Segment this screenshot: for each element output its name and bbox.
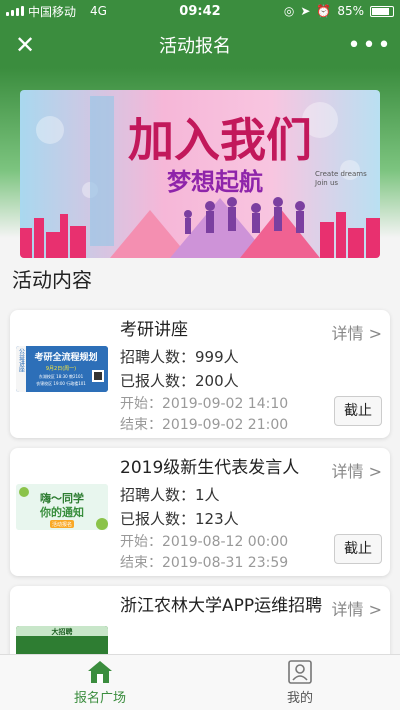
banner-tagline-1: Create dreams [315,170,367,178]
tab-signup-square[interactable]: 报名广场 [0,655,200,710]
section-title: 活动内容 [12,268,92,292]
start-time: 2019-09-02 14:10 [162,396,289,412]
activity-title: 考研讲座 [120,320,188,340]
end-label: 结束： [120,417,162,433]
activity-thumbnail: 公益讲座 考研全流程规划 9月2日(周一) 东湖校区 18:30 教2101 衣… [16,346,108,392]
activity-title: 浙江农林大学APP运维招聘 [120,596,323,616]
signal-icon [6,6,24,16]
battery-icon [370,5,394,17]
signed-value: 200人 [195,372,239,390]
carrier-label: 中国移动 [28,4,77,19]
thumb-sub: 你的通知 [39,505,84,519]
thumb-heading: 大招聘 [52,627,73,636]
nav-bar: ✕ 活动报名 ••• [0,22,400,68]
thumb-heading: 考研全流程规划 [34,351,97,363]
activity-card[interactable]: 公益讲座 考研全流程规划 9月2日(周一) 东湖校区 18:30 教2101 衣… [10,310,390,438]
battery-percent: 85% [337,4,364,18]
detail-link[interactable]: 详情 > [332,320,383,344]
recruit-value: 999人 [195,348,239,366]
closed-status-button[interactable]: 截止 [334,396,382,426]
close-icon[interactable]: ✕ [0,31,50,59]
thumb-badge: 活动报名 [52,521,72,528]
tab-label: 我的 [286,691,313,706]
more-menu-icon[interactable]: ••• [340,33,400,58]
signed-label: 已报人数： [120,510,196,528]
location-icon: ◎ [283,4,295,18]
tab-mine[interactable]: 我的 [200,655,400,710]
page-title: 活动报名 [159,36,231,57]
start-label: 开始： [120,396,162,412]
banner-title: 加入我们 [128,113,312,167]
thumb-heading: 嗨～同学 [40,491,84,505]
end-time: 2019-08-31 23:59 [162,555,289,571]
tab-bar: 报名广场 我的 [0,654,400,710]
recruit-label: 招聘人数： [120,486,196,504]
thumb-line-1: 9月2日(周一) [46,366,76,372]
profile-card-icon [288,660,312,684]
clock: 09:42 [179,3,221,19]
tab-label: 报名广场 [73,691,126,706]
signed-label: 已报人数： [120,372,196,390]
detail-link[interactable]: 详情 > [332,596,383,620]
alarm-icon: ⏰ [316,4,332,18]
end-label: 结束： [120,555,162,571]
network-label: 4G [90,4,107,18]
closed-status-button[interactable]: 截止 [334,534,382,564]
banner-subtitle: 梦想起航 [167,168,263,196]
activity-card[interactable]: 嗨～同学 你的通知 活动报名 2019级新生代表发言人 招聘人数：1人 已报人数… [10,448,390,576]
banner-tagline-2: Join us [314,179,338,187]
signed-value: 123人 [195,510,239,528]
start-time: 2019-08-12 00:00 [162,534,289,550]
banner-image[interactable]: 加入我们 梦想起航 Create dreams Join us [20,90,380,258]
activity-thumbnail: 嗨～同学 你的通知 活动报名 [16,484,108,530]
recruit-label: 招聘人数： [120,348,196,366]
start-label: 开始： [120,534,162,550]
navigation-icon: ➤ [300,4,311,18]
banner-illustration: 加入我们 梦想起航 Create dreams Join us [20,90,380,258]
thumb-side-label: 公益讲座 [18,348,25,373]
end-time: 2019-09-02 21:00 [162,417,289,433]
thumb-line-3: 衣锦校区 19:00 行政楼101 [36,380,86,386]
thumb-line-2: 东湖校区 18:30 教2101 [39,373,84,379]
activity-title: 2019级新生代表发言人 [120,458,300,478]
status-bar: 中国移动 4G 09:42 ◎ ➤ ⏰ 85% [0,0,400,22]
home-icon [88,661,112,683]
detail-link[interactable]: 详情 > [332,458,383,482]
recruit-value: 1人 [195,486,220,504]
